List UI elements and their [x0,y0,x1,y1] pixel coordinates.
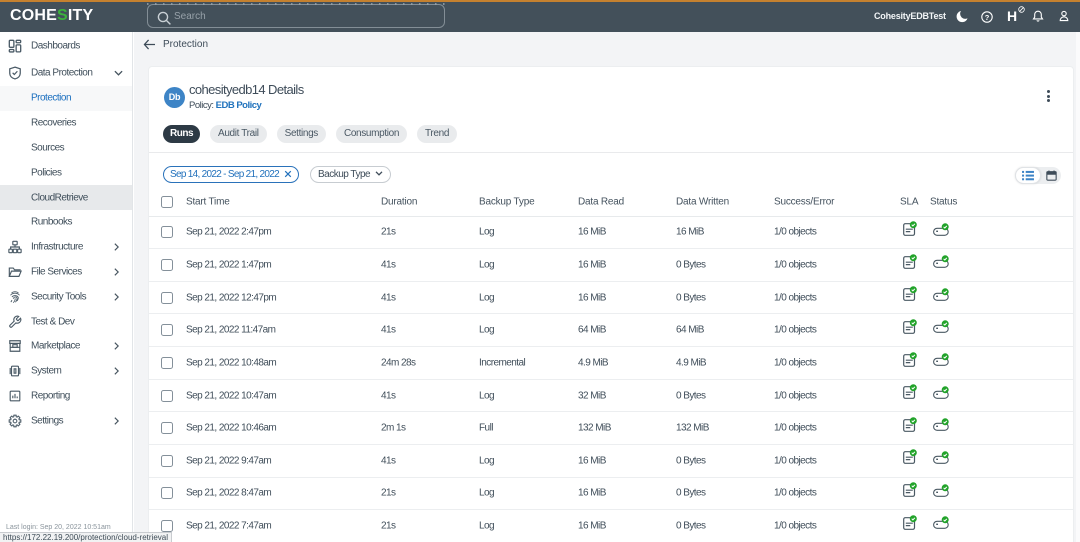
svg-text:?: ? [985,13,990,22]
